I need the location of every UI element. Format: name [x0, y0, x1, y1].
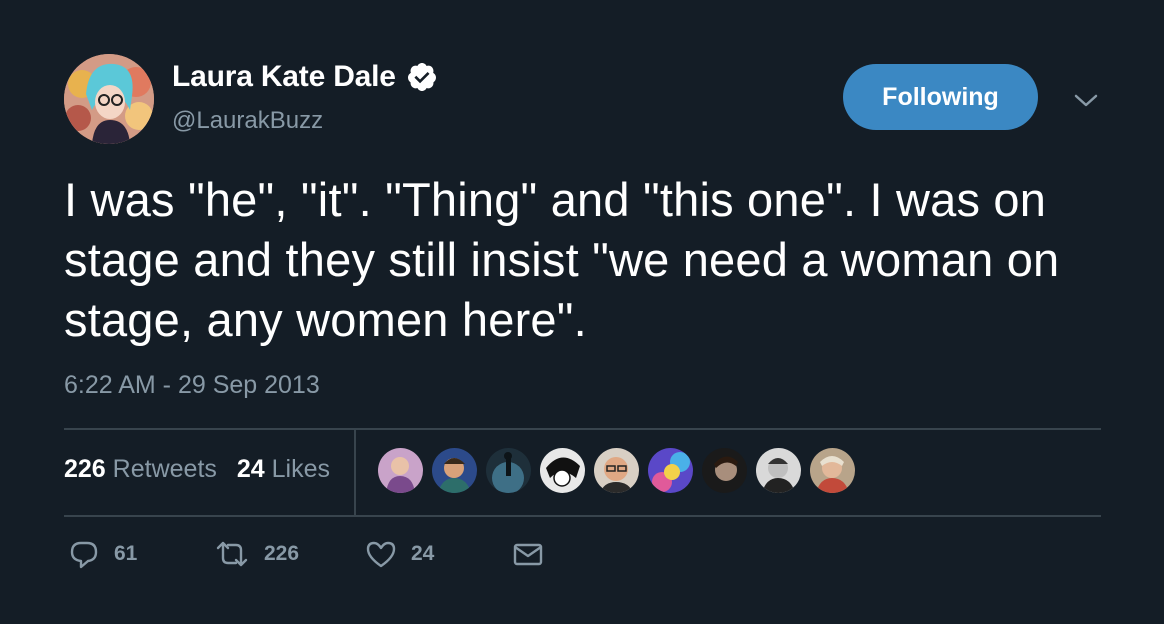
- engagement-stats: 226 Retweets 24 Likes: [64, 455, 330, 484]
- divider: [64, 428, 1101, 430]
- liker-avatar[interactable]: [594, 448, 639, 493]
- likes-label: Likes: [271, 455, 331, 483]
- divider: [64, 515, 1101, 517]
- liker-avatar[interactable]: [378, 448, 423, 493]
- tweet-timestamp[interactable]: 6:22 AM - 29 Sep 2013: [64, 371, 320, 400]
- verified-badge-icon: [406, 61, 438, 93]
- liker-avatar[interactable]: [540, 448, 585, 493]
- stats-separator: [354, 430, 356, 515]
- liker-avatars: [378, 448, 855, 493]
- liker-avatar[interactable]: [702, 448, 747, 493]
- following-button[interactable]: Following: [843, 64, 1038, 130]
- reply-button[interactable]: 61: [68, 538, 137, 570]
- liker-avatar[interactable]: [648, 448, 693, 493]
- likes-stat[interactable]: 24 Likes: [237, 455, 330, 484]
- retweets-label: Retweets: [112, 455, 217, 483]
- retweets-stat[interactable]: 226 Retweets: [64, 455, 217, 484]
- user-handle[interactable]: @LaurakBuzz: [172, 107, 323, 135]
- liker-avatar[interactable]: [810, 448, 855, 493]
- retweet-button[interactable]: 226: [214, 538, 299, 570]
- reply-count: 61: [114, 542, 138, 565]
- retweet-icon: [214, 538, 250, 570]
- like-count: 24: [411, 542, 435, 565]
- reply-icon: [68, 538, 100, 570]
- mail-icon: [512, 538, 544, 570]
- liker-avatar[interactable]: [756, 448, 801, 493]
- retweet-count: 226: [264, 542, 300, 565]
- display-name-text[interactable]: Laura Kate Dale: [172, 60, 396, 94]
- like-button[interactable]: 24: [365, 538, 434, 570]
- liker-avatar[interactable]: [486, 448, 531, 493]
- likes-count: 24: [236, 455, 265, 483]
- direct-message-button[interactable]: [512, 538, 544, 570]
- display-name[interactable]: Laura Kate Dale: [172, 60, 438, 94]
- tweet-text: I was "he", "it". "Thing" and "this one"…: [64, 173, 1073, 346]
- profile-avatar[interactable]: [64, 54, 154, 144]
- heart-icon: [365, 538, 397, 570]
- liker-avatar[interactable]: [432, 448, 477, 493]
- chevron-down-icon[interactable]: [1072, 88, 1100, 112]
- retweets-count: 226: [64, 455, 106, 483]
- tweet-card: Laura Kate Dale @LaurakBuzz Following I …: [0, 0, 1164, 624]
